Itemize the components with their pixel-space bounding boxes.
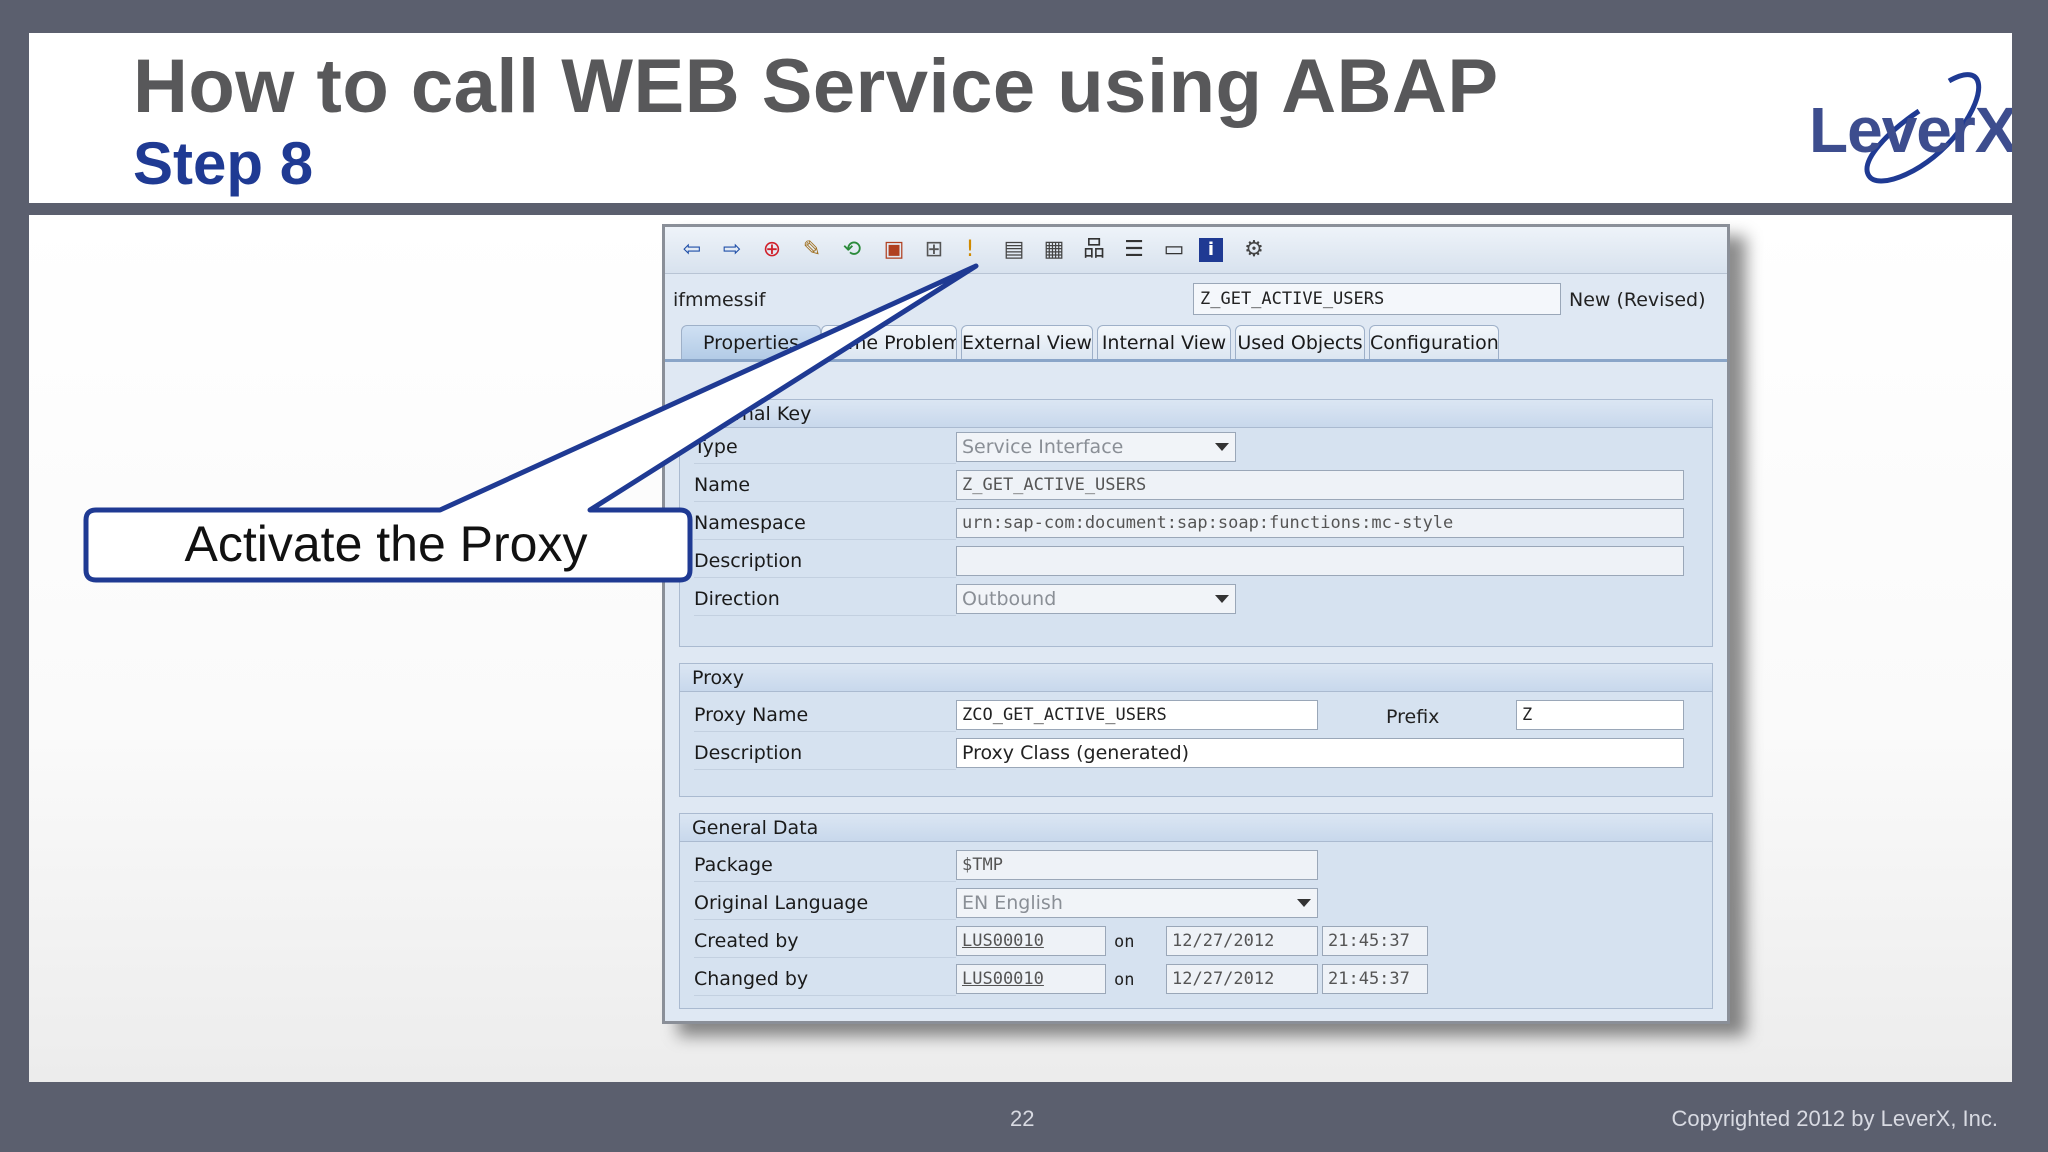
created-time-field[interactable]: 21:45:37 [1322, 926, 1428, 956]
structure-icon[interactable]: 品 [1079, 235, 1109, 265]
tab-used-objects[interactable]: Used Objects [1235, 325, 1365, 359]
proxy-description-field[interactable]: Proxy Class (generated) [956, 738, 1684, 768]
changed-time-field[interactable]: 21:45:37 [1322, 964, 1428, 994]
callout-text: Activate the Proxy [184, 516, 588, 572]
proxy-title: Proxy [680, 664, 1712, 692]
forward-icon[interactable]: ⇨ [717, 235, 747, 265]
created-by-label: Created by [694, 924, 956, 958]
sap-toolbar: ⇦ ⇨ ⊕ ✎ ⟲ ▣ ⊞ ǃ ▤ ▦ 品 ☰ ▭ i ⚙ [665, 227, 1727, 274]
back-icon[interactable]: ⇦ [677, 235, 707, 265]
slide-subtitle: Step 8 [133, 130, 314, 197]
logo-text: LeverX [1809, 94, 2012, 166]
direction-label: Direction [694, 582, 956, 616]
type-select[interactable]: Service Interface [956, 432, 1236, 462]
external-key-group: External Key Type Service Interface Name… [679, 399, 1713, 647]
exit-icon[interactable]: ⊕ [757, 235, 787, 265]
proxy-description-label: Description [694, 736, 956, 770]
language-value: EN English [962, 892, 1063, 914]
prefix-field[interactable]: Z [1516, 700, 1684, 730]
created-on-label: on [1114, 932, 1135, 952]
proxy-group: Proxy Proxy Name ZCO_GET_ACTIVE_USERS Pr… [679, 663, 1713, 797]
sap-window: ⇦ ⇨ ⊕ ✎ ⟲ ▣ ⊞ ǃ ▤ ▦ 品 ☰ ▭ i ⚙ ifmmessif … [662, 224, 1730, 1024]
changed-by-value[interactable]: LUS00010 [962, 969, 1044, 989]
chevron-down-icon[interactable] [1215, 443, 1229, 451]
slide-title: How to call WEB Service using ABAP [133, 44, 1499, 129]
tab-configuration[interactable]: Configuration [1369, 325, 1499, 359]
description-label: Description [694, 544, 956, 578]
info-icon[interactable]: i [1199, 238, 1223, 262]
name-label: Name [694, 468, 956, 502]
proxy-name-field[interactable]: ZCO_GET_ACTIVE_USERS [956, 700, 1318, 730]
chevron-down-icon[interactable] [1215, 595, 1229, 603]
leverx-logo: LeverX [1799, 51, 2012, 201]
print-icon[interactable]: ☰ [1119, 235, 1149, 265]
changed-on-label: on [1114, 970, 1135, 990]
created-by-field[interactable]: LUS00010 [956, 926, 1106, 956]
external-key-title: External Key [680, 400, 1712, 428]
changed-date-field[interactable]: 12/27/2012 [1166, 964, 1318, 994]
hierarchy-icon[interactable]: ⊞ [919, 235, 949, 265]
compare-icon[interactable]: ⟲ [837, 235, 867, 265]
object-name-field[interactable]: Z_GET_ACTIVE_USERS [1193, 283, 1561, 315]
object-type-label: ifmmessif [673, 289, 766, 311]
language-select[interactable]: EN English [956, 888, 1318, 918]
namespace-label: Namespace [694, 506, 956, 540]
package-label: Package [694, 848, 956, 882]
chevron-down-icon[interactable] [1297, 899, 1311, 907]
changed-by-field[interactable]: LUS00010 [956, 964, 1106, 994]
package-field[interactable]: $TMP [956, 850, 1318, 880]
name-field[interactable]: Z_GET_ACTIVE_USERS [956, 470, 1684, 500]
object-list-icon[interactable]: ▦ [1039, 235, 1069, 265]
type-label: Type [694, 430, 956, 464]
general-data-group: General Data Package $TMP Original Langu… [679, 813, 1713, 1009]
activate-icon[interactable]: ǃ [955, 235, 985, 265]
language-label: Original Language [694, 886, 956, 920]
tab-internal-view[interactable]: Internal View [1097, 325, 1231, 359]
display-icon[interactable]: ▤ [999, 235, 1029, 265]
copyright-text: Copyrighted 2012 by LeverX, Inc. [1671, 1106, 1998, 1131]
prefix-label: Prefix [1386, 706, 1440, 728]
tab-name-problems[interactable]: Name Problems [821, 325, 957, 359]
edit-icon[interactable]: ✎ [797, 235, 827, 265]
page-number: 22 [1010, 1106, 1035, 1131]
namespace-field[interactable]: urn:sap-com:document:sap:soap:functions:… [956, 508, 1684, 538]
settings-icon[interactable]: ⚙ [1239, 235, 1269, 265]
title-band: How to call WEB Service using ABAP Step … [29, 33, 2012, 215]
list-icon[interactable]: ▭ [1159, 235, 1189, 265]
changed-by-label: Changed by [694, 962, 956, 996]
created-date-field[interactable]: 12/27/2012 [1166, 926, 1318, 956]
tab-strip: Properties Name Problems External View I… [675, 325, 1727, 359]
direction-select[interactable]: Outbound [956, 584, 1236, 614]
direction-value: Outbound [962, 588, 1057, 610]
tab-properties[interactable]: Properties [681, 325, 821, 359]
general-data-title: General Data [680, 814, 1712, 842]
created-by-value[interactable]: LUS00010 [962, 931, 1044, 951]
tab-underline [665, 359, 1727, 362]
check-icon[interactable]: ▣ [879, 235, 909, 265]
type-value: Service Interface [962, 436, 1124, 458]
object-status: New (Revised) [1569, 289, 1706, 311]
proxy-name-label: Proxy Name [694, 698, 956, 732]
description-field[interactable] [956, 546, 1684, 576]
tab-external-view[interactable]: External View [961, 325, 1093, 359]
